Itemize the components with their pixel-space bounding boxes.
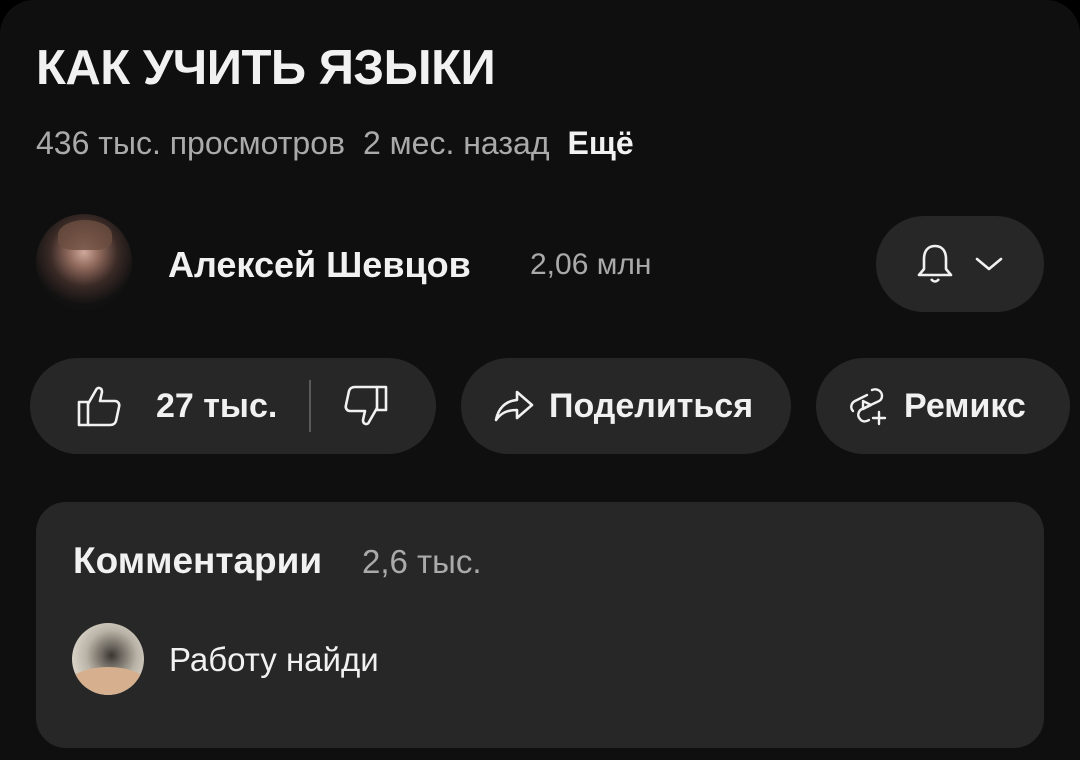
- video-meta[interactable]: 436 тыс. просмотров 2 мес. назад Ещё: [36, 125, 652, 162]
- video-title[interactable]: КАК УЧИТЬ ЯЗЫКИ: [36, 40, 496, 96]
- share-button[interactable]: Поделиться: [461, 358, 791, 454]
- remix-label: Ремикс: [904, 386, 1026, 425]
- thumb-up-icon: [76, 383, 122, 429]
- subscriber-count: 2,06 млн: [530, 248, 652, 281]
- bell-icon: [916, 242, 954, 286]
- comments-title: Комментарии: [73, 540, 323, 581]
- avatar-hand-shape: [72, 667, 144, 695]
- comments-count: 2,6 тыс.: [362, 543, 482, 580]
- remix-button[interactable]: Ремикс: [816, 358, 1070, 454]
- upload-age: 2 мес. назад: [362, 125, 550, 161]
- view-count: 436 тыс. просмотров: [36, 125, 345, 161]
- avatar-hair-shape: [58, 220, 112, 250]
- video-details-panel: КАК УЧИТЬ ЯЗЫКИ 436 тыс. просмотров 2 мес…: [0, 0, 1080, 760]
- like-count: 27 тыс.: [156, 386, 278, 425]
- more-link[interactable]: Ещё: [568, 125, 634, 161]
- like-dislike-group: 27 тыс.: [30, 358, 436, 454]
- top-comment-text: Работу найди: [169, 641, 379, 678]
- comments-card[interactable]: Комментарии 2,6 тыс. Работу найди: [36, 502, 1044, 748]
- like-button[interactable]: 27 тыс.: [30, 358, 277, 454]
- channel-avatar[interactable]: [36, 214, 132, 310]
- chevron-down-icon: [974, 255, 1004, 273]
- remix-icon: [848, 385, 890, 427]
- channel-name[interactable]: Алексей Шевцов: [168, 244, 471, 286]
- share-arrow-icon: [493, 389, 535, 423]
- thumb-down-icon: [343, 383, 389, 429]
- notification-subscribe-button[interactable]: [876, 216, 1044, 312]
- dislike-button[interactable]: [311, 358, 389, 454]
- commenter-avatar[interactable]: [72, 623, 144, 695]
- share-label: Поделиться: [549, 386, 754, 425]
